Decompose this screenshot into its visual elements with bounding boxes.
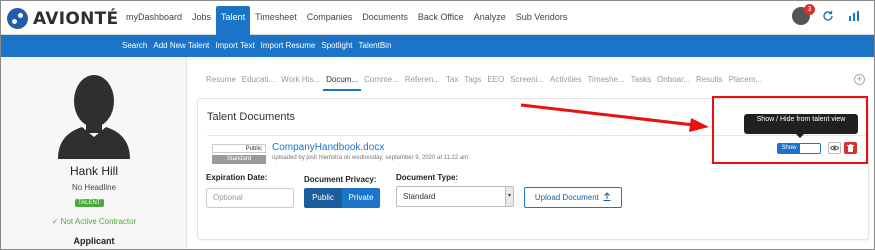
tab-resume[interactable]: Resume (203, 73, 239, 91)
nav-item-analyze[interactable]: Analyze (469, 6, 511, 35)
upload-document-button[interactable]: Upload Document (524, 187, 622, 208)
subnav-add-new-talent[interactable]: Add New Talent (150, 35, 212, 57)
refresh-icon[interactable] (820, 8, 836, 24)
tab-onboarding[interactable]: Onboar... (654, 73, 693, 91)
talent-tabs: Resume Educati... Work His... Docum... C… (203, 73, 765, 91)
nav-item-timesheet[interactable]: Timesheet (250, 6, 302, 35)
add-tab-plus-icon[interactable]: + (854, 74, 865, 85)
tab-references[interactable]: Referen... (402, 73, 443, 91)
tab-screening[interactable]: Screeni... (507, 73, 547, 91)
subnav-import-text[interactable]: Import Text (212, 35, 257, 57)
notification-badge: 3 (804, 4, 815, 15)
document-type-select[interactable]: Standard ▾ (396, 186, 514, 207)
talent-headline: No Headline (71, 183, 117, 192)
tab-eeo[interactable]: EEO (484, 73, 507, 91)
show-hide-toggle[interactable]: Show (777, 143, 821, 154)
tab-education[interactable]: Educati... (239, 73, 278, 91)
document-type-label-field: Document Type: (396, 173, 459, 182)
tab-activities[interactable]: Activities (547, 73, 585, 91)
top-navbar: AVIONTÉ myDashboard Jobs Talent Timeshee… (1, 1, 874, 35)
tab-documents[interactable]: Docum... (323, 73, 362, 91)
tab-results[interactable]: Results (693, 73, 726, 91)
sub-navbar: Search Add New Talent Import Text Import… (1, 35, 874, 57)
expiration-date-label: Expiration Date: (206, 173, 268, 182)
show-toggle-label: Show (778, 144, 800, 153)
subnav-import-resume[interactable]: Import Resume (258, 35, 319, 57)
tab-work-history[interactable]: Work His... (278, 73, 323, 91)
document-type-label: Standard (212, 155, 266, 164)
privacy-private-button[interactable]: Private (342, 188, 380, 208)
header-actions: 3 (792, 4, 862, 25)
tab-tasks[interactable]: Tasks (628, 73, 654, 91)
tab-timesheets[interactable]: Timeshe... (585, 73, 628, 91)
nav-item-companies[interactable]: Companies (302, 6, 358, 35)
upload-document-label: Upload Document (534, 193, 599, 202)
delete-document-button[interactable] (844, 142, 857, 154)
subnav-search[interactable]: Search (119, 35, 150, 57)
tooltip-tail (796, 134, 804, 138)
talent-name: Hank Hill (69, 164, 118, 178)
subnav-talentbin[interactable]: TalentBin (356, 35, 395, 57)
document-upload-meta: uploaded by josh hiemstra on wednesday, … (272, 155, 469, 161)
talent-badge: TALENT (75, 199, 104, 207)
tab-tags[interactable]: Tags (461, 73, 484, 91)
card-title: Talent Documents (207, 111, 296, 123)
contractor-status: ✓ Not Active Contractor (51, 217, 137, 226)
nav-item-back-office[interactable]: Back Office (413, 6, 469, 35)
tab-comments[interactable]: Comme... (361, 73, 402, 91)
brand-name: AVIONTÉ (33, 8, 119, 29)
show-hide-tooltip: Show / Hide from talent view (744, 114, 858, 134)
document-privacy-label: Public (212, 144, 266, 153)
profile-silhouette-icon (58, 75, 130, 159)
privacy-public-button[interactable]: Public (304, 188, 342, 208)
user-avatar[interactable]: 3 (792, 4, 815, 25)
nav-item-jobs[interactable]: Jobs (187, 6, 216, 35)
analytics-icon[interactable] (846, 8, 862, 24)
tab-tax[interactable]: Tax (443, 73, 461, 91)
document-privacy-label-field: Document Privacy: (304, 175, 377, 184)
nav-item-mydashboard[interactable]: myDashboard (121, 6, 187, 35)
eye-icon (830, 145, 839, 151)
nav-item-documents[interactable]: Documents (357, 6, 413, 35)
chevron-down-icon: ▾ (505, 187, 513, 206)
talent-role: Applicant (73, 236, 115, 246)
avionte-logo-icon (7, 8, 28, 29)
expiration-date-input[interactable]: Optional (206, 188, 294, 208)
app-window: AVIONTÉ myDashboard Jobs Talent Timeshee… (0, 0, 875, 250)
brand-logo[interactable]: AVIONTÉ (7, 8, 118, 29)
document-type-value: Standard (403, 192, 436, 201)
nav-item-sub-vendors[interactable]: Sub Vendors (511, 6, 573, 35)
tab-placements[interactable]: Placem... (726, 73, 765, 91)
subnav-spotlight[interactable]: Spotlight (318, 35, 355, 57)
trash-icon (847, 144, 854, 152)
talent-subnav: Search Add New Talent Import Text Import… (119, 35, 394, 57)
upload-icon (603, 192, 611, 201)
document-link[interactable]: CompanyHandbook.docx (272, 142, 384, 153)
preview-eye-button[interactable] (828, 142, 841, 154)
nav-item-talent[interactable]: Talent (216, 6, 251, 35)
main-nav: myDashboard Jobs Talent Timesheet Compan… (121, 6, 572, 35)
profile-panel: Hank Hill No Headline TALENT ✓ Not Activ… (1, 57, 187, 249)
